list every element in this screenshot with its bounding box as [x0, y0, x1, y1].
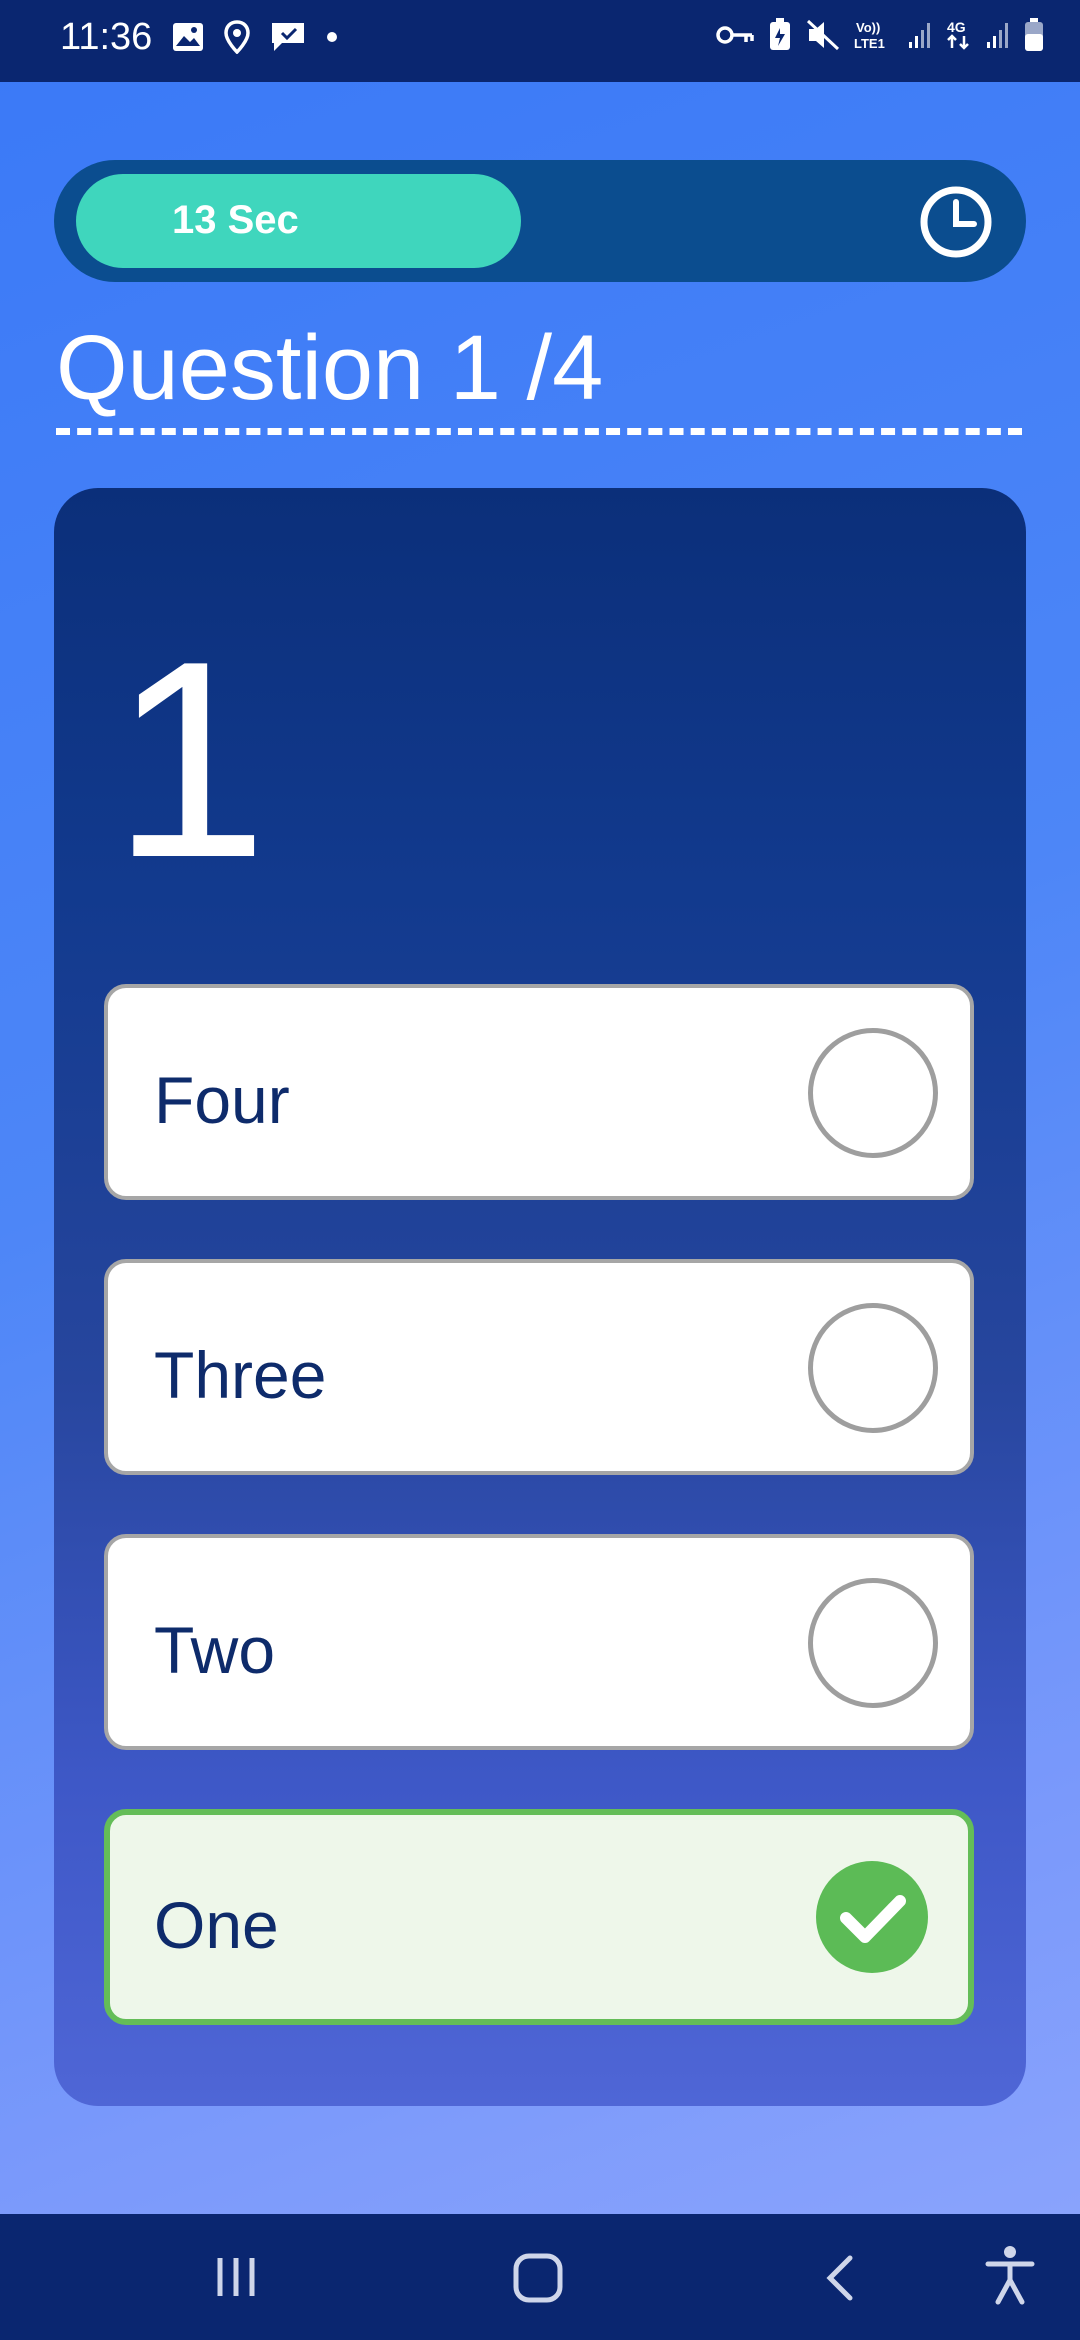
- dot-icon: [327, 32, 337, 42]
- option-four[interactable]: Four: [104, 984, 974, 1200]
- location-icon: [224, 20, 250, 54]
- signal-icon: [987, 23, 1008, 48]
- check-circle-icon[interactable]: [816, 1861, 928, 1973]
- key-icon: [716, 26, 754, 44]
- option-label: Two: [154, 1613, 276, 1687]
- radio-unchecked-icon[interactable]: [808, 1303, 938, 1433]
- option-label: One: [154, 1888, 279, 1962]
- radio-unchecked-icon[interactable]: [808, 1028, 938, 1158]
- accessibility-icon[interactable]: [984, 2244, 1036, 2306]
- option-label: Four: [154, 1063, 290, 1137]
- timer-bar: 13 Sec: [54, 160, 1026, 282]
- question-title: Question 1 /4: [56, 317, 604, 419]
- status-bar: 11:36 Vo)) LTE1 4G: [0, 0, 1080, 82]
- svg-text:LTE1: LTE1: [854, 36, 885, 51]
- data-4g-icon: 4G: [947, 19, 969, 50]
- battery-saver-icon: [770, 18, 790, 50]
- option-two[interactable]: Two: [104, 1534, 974, 1750]
- option-label: Three: [154, 1338, 327, 1412]
- back-icon[interactable]: [822, 2252, 858, 2304]
- title-divider: [56, 428, 1022, 435]
- clock-icon: [920, 186, 992, 258]
- navigation-bar: [0, 2214, 1080, 2340]
- option-three[interactable]: Three: [104, 1259, 974, 1475]
- chat-icon: [272, 23, 304, 51]
- recents-icon[interactable]: [214, 2252, 258, 2302]
- battery-icon: [1025, 18, 1043, 51]
- volte-icon: Vo))LTE1: [854, 20, 885, 51]
- mute-icon: [806, 19, 840, 51]
- signal-icon: [909, 23, 930, 48]
- image-icon: [173, 23, 203, 51]
- status-time: 11:36: [60, 16, 153, 58]
- home-icon[interactable]: [512, 2252, 564, 2304]
- svg-text:Vo)): Vo)): [856, 20, 880, 35]
- radio-unchecked-icon[interactable]: [808, 1578, 938, 1708]
- svg-text:4G: 4G: [947, 19, 966, 35]
- timer-label: 13 Sec: [172, 198, 299, 242]
- option-one[interactable]: One: [104, 1809, 974, 2025]
- question-prompt: 1: [112, 604, 268, 916]
